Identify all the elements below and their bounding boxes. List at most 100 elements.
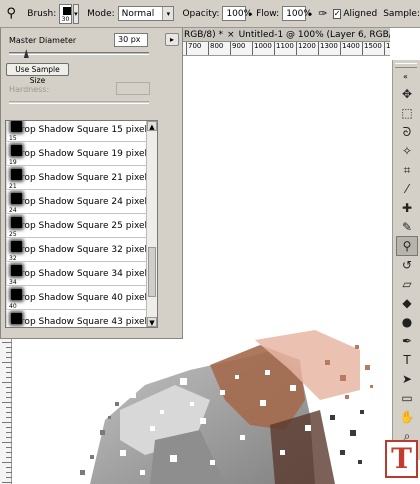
brush-picker-dropdown[interactable]: ▾	[72, 3, 80, 24]
opacity-field[interactable]: 100%	[222, 6, 252, 21]
brush-list-item[interactable]: 19 Drop Shadow Square 19 pixels	[6, 142, 152, 166]
paint-bucket-icon[interactable]: ◆	[396, 293, 418, 313]
brush-name: Drop Shadow Square 32 pixels	[14, 245, 152, 255]
brush-size-label: 40	[9, 302, 17, 310]
eraser-icon[interactable]: ▱	[396, 274, 418, 294]
ruler-tick-mark	[6, 477, 12, 478]
brush-preview[interactable]: 30	[59, 3, 72, 24]
clone-stamp-preset-icon[interactable]: ⚲	[3, 3, 19, 25]
mode-value: Normal	[121, 8, 155, 19]
eyedropper-icon[interactable]: ⁄	[396, 179, 418, 199]
brush-thumbnail	[6, 310, 22, 327]
brush-name: Drop Shadow Square 40 pixels	[14, 293, 152, 303]
brush-size-label: 32	[9, 254, 17, 262]
ruler-tick-mark	[6, 437, 12, 438]
master-diameter-field[interactable]: 30 px	[114, 33, 148, 47]
aligned-checkbox[interactable]: ✓	[332, 8, 342, 19]
brush-list-scrollbar[interactable]: ▲ ▼	[146, 121, 157, 327]
brush-thumbnail: 19	[6, 142, 22, 166]
hardness-label: Hardness:	[9, 85, 50, 94]
tab-document-1[interactable]: RGB/8) *	[180, 30, 223, 40]
ruler-tick-mark	[6, 447, 12, 448]
toolbox-grip[interactable]	[395, 63, 417, 68]
ruler-tick-mark	[2, 462, 12, 463]
opacity-label: Opacity:	[182, 8, 220, 19]
brush-size-label: 19	[9, 158, 17, 166]
ruler-tick-label: 1200	[296, 42, 316, 55]
ruler-tick-mark	[6, 392, 12, 393]
watermark-logo: T	[385, 440, 418, 478]
canvas-artwork	[60, 330, 390, 484]
crop-icon[interactable]: ⌗	[396, 160, 418, 180]
scroll-down-arrow-icon[interactable]: ▼	[147, 317, 157, 327]
brush-name: Drop Shadow Square 43 pixels	[14, 317, 152, 327]
history-brush-icon[interactable]: ↺	[396, 255, 418, 275]
pen-icon[interactable]: ✒	[396, 331, 418, 351]
ruler-tick-mark	[6, 417, 12, 418]
square-brush-icon	[11, 192, 22, 204]
aligned-label: Aligned	[343, 8, 378, 19]
shape-icon[interactable]: ▭	[396, 388, 418, 408]
brush-thumbnail: 24	[6, 190, 22, 214]
ruler-tick-mark	[2, 362, 12, 363]
lasso-icon[interactable]: ᘐ	[396, 122, 418, 142]
scroll-up-arrow-icon[interactable]: ▲	[147, 121, 157, 131]
ruler-tick-mark	[6, 452, 12, 453]
panel-menu-button[interactable]: ▸	[165, 33, 179, 46]
dodge-icon[interactable]: ●	[396, 312, 418, 332]
ruler-tick-mark	[6, 432, 12, 433]
brush-thumbnail: 25	[6, 214, 22, 238]
brush-size: 30	[61, 15, 70, 23]
ruler-tick-mark	[2, 342, 12, 343]
brush-list-item[interactable]: 24 Drop Shadow Square 24 pixels	[6, 190, 152, 214]
brush-list-item[interactable]: 15 Drop Shadow Square 15 pixels	[6, 121, 152, 142]
brush-list-item[interactable]: 25 Drop Shadow Square 25 pixels	[6, 214, 152, 238]
brush-list-item[interactable]: 32 Drop Shadow Square 32 pixels	[6, 238, 152, 262]
brush-picker-panel: Master Diameter 30 px ▸ Use Sample Size …	[0, 28, 183, 339]
collapse-arrows-icon[interactable]: «	[403, 72, 408, 81]
brush-list-item[interactable]: 40 Drop Shadow Square 40 pixels	[6, 286, 152, 310]
ruler-tick-mark	[6, 357, 12, 358]
brush-size-label: 15	[9, 134, 17, 142]
master-diameter-label: Master Diameter	[9, 36, 77, 45]
flow-slider-arrow[interactable]: ▸	[307, 7, 314, 20]
master-diameter-slider[interactable]	[9, 52, 149, 55]
move-icon[interactable]: ✥	[396, 84, 418, 104]
ruler-tick-mark	[6, 387, 12, 388]
brush-thumbnail: 40	[6, 286, 22, 310]
ruler-tick-mark	[6, 412, 12, 413]
ruler-tick-mark	[2, 482, 12, 483]
tab-document-2[interactable]: Untitled-1 @ 100% (Layer 6, RGB/8) *	[235, 30, 390, 40]
magic-wand-icon[interactable]: ✧	[396, 141, 418, 161]
airbrush-icon[interactable]: ✑	[317, 3, 329, 25]
use-sample-size-button[interactable]: Use Sample Size	[6, 63, 69, 85]
brush-thumbnail: 32	[6, 238, 22, 262]
sample-label: Sample:	[383, 8, 420, 19]
ruler-tick-label: 1600	[384, 42, 390, 55]
healing-brush-icon[interactable]: ✚	[396, 198, 418, 218]
type-icon[interactable]: T	[396, 350, 418, 370]
mode-select[interactable]: Normal ▾	[117, 6, 175, 21]
square-brush-icon	[11, 264, 22, 276]
document-tabs: RGB/8) * × Untitled-1 @ 100% (Layer 6, R…	[180, 28, 390, 42]
brush-size-label: 21	[9, 182, 17, 190]
brush-list-item[interactable]: 34 Drop Shadow Square 34 pixels	[6, 262, 152, 286]
tab-close-icon[interactable]: ×	[223, 30, 235, 40]
brush-icon[interactable]: ✎	[396, 217, 418, 237]
hand-icon[interactable]: ✋	[396, 407, 418, 427]
flow-field[interactable]: 100%	[282, 6, 312, 21]
brush-list-item[interactable]: Drop Shadow Square 43 pixels	[6, 310, 152, 327]
brush-list-item[interactable]: 21 Drop Shadow Square 21 pixels	[6, 166, 152, 190]
brush-name: Drop Shadow Square 25 pixels	[14, 221, 152, 231]
clone-stamp-icon[interactable]: ⚲	[396, 236, 418, 256]
marquee-icon[interactable]: ⬚	[396, 103, 418, 123]
mode-label: Mode:	[87, 8, 115, 19]
square-brush-icon	[11, 312, 22, 324]
scrollbar-thumb[interactable]	[148, 247, 156, 297]
ruler-tick-label: 1100	[274, 42, 294, 55]
ruler-tick-mark	[6, 407, 12, 408]
brush-name: Drop Shadow Square 24 pixels	[14, 197, 152, 207]
path-select-icon[interactable]: ➤	[396, 369, 418, 389]
opacity-slider-arrow[interactable]: ▸	[247, 7, 254, 20]
chevron-down-icon: ▾	[162, 7, 174, 20]
